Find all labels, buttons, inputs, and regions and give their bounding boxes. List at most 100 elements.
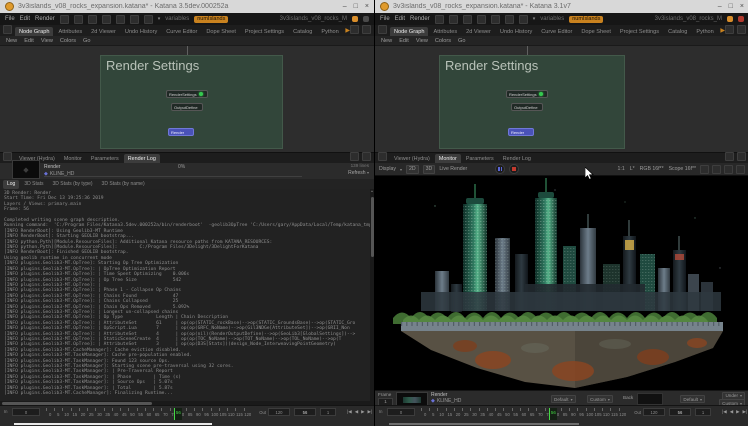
ng-menu-new[interactable]: New [6, 38, 17, 44]
maximize-button[interactable]: □ [729, 3, 733, 10]
menu-render[interactable]: Render [35, 16, 55, 22]
catalog-thumbnail[interactable] [396, 392, 428, 406]
pane-tab[interactable]: Monitor [60, 154, 86, 163]
snapshot-icon[interactable] [724, 165, 733, 174]
log-subtab[interactable]: 3D Stats (by type) [49, 180, 97, 189]
current-frame-field[interactable]: 56 [669, 408, 691, 416]
grid-layout-icon[interactable] [378, 25, 387, 34]
increment-field[interactable]: 1 [695, 408, 711, 416]
back-buffer-label[interactable]: Back [623, 395, 633, 400]
top-tab[interactable]: 2d Viewer [462, 27, 495, 36]
monitor-menu-icon[interactable] [736, 165, 745, 174]
pause-render-button[interactable] [495, 164, 505, 174]
top-tab[interactable]: Attributes [429, 27, 461, 36]
node-render[interactable]: Render [168, 128, 194, 136]
refresh-button[interactable]: Refresh ▾ [348, 170, 369, 176]
close-button[interactable]: × [365, 3, 369, 10]
in-frame-field[interactable]: 0 [387, 408, 415, 416]
go-to-start-button[interactable]: |◀ [347, 409, 352, 415]
node-rendersettings[interactable]: RenderSettings [166, 90, 208, 98]
split-pane-icon[interactable] [725, 152, 734, 161]
ng-menu-view[interactable]: View [416, 38, 428, 44]
pane-tab[interactable]: Monitor [435, 154, 461, 163]
ng-menu-go[interactable]: Go [83, 38, 90, 44]
status-red-icon[interactable] [738, 16, 744, 22]
settings-gear-icon[interactable] [74, 15, 83, 24]
current-frame-marker[interactable]: 56 [549, 408, 557, 420]
ng-menu-colors[interactable]: Colors [60, 38, 76, 44]
top-tab[interactable]: Python [692, 27, 717, 36]
top-tab[interactable]: 2d Viewer [87, 27, 120, 36]
step-back-button[interactable]: ◀ [730, 409, 733, 415]
go-to-end-button[interactable]: ▶| [742, 409, 747, 415]
monitor-option-label[interactable]: L* [630, 166, 635, 172]
mode-3d-button[interactable]: 3D [423, 165, 436, 174]
ng-menu-go[interactable]: Go [458, 38, 465, 44]
catalog-item[interactable]: ◆ KLINE_HD [431, 398, 461, 404]
minimize-button[interactable]: – [343, 3, 347, 10]
ng-menu-new[interactable]: New [381, 38, 392, 44]
maximize-pane-icon[interactable] [737, 152, 746, 161]
top-tab[interactable]: Project Settings [241, 27, 288, 36]
live-render-label[interactable]: Live Render [439, 166, 467, 172]
node-graph-canvas[interactable]: Render Settings RenderSettings OutputDef… [375, 46, 748, 152]
in-frame-field[interactable]: 0 [12, 408, 40, 416]
menu-file[interactable]: File [380, 16, 390, 22]
timeline-scrollbar[interactable] [389, 423, 579, 425]
session-file-label[interactable]: 3v3islands_v08_rocks_M [280, 16, 347, 22]
status-orange-icon[interactable] [352, 16, 358, 22]
top-tab[interactable]: Undo History [496, 27, 536, 36]
ng-menu-edit[interactable]: Edit [24, 38, 34, 44]
chevron-down-icon[interactable]: ▾ [158, 16, 161, 22]
link-icon[interactable] [116, 15, 125, 24]
mode-2d-button[interactable]: 2D [406, 165, 419, 174]
menu-file[interactable]: File [5, 16, 15, 22]
go-to-start-button[interactable]: |◀ [722, 409, 727, 415]
top-tab[interactable]: Curve Editor [162, 27, 201, 36]
variable-chip[interactable]: numIslands [569, 16, 603, 23]
pane-tab[interactable]: Render Log [499, 154, 535, 163]
chevron-down-icon[interactable]: ▾ [533, 16, 536, 22]
slot-right-dropdown[interactable]: Default▾ [680, 395, 705, 403]
pin-icon[interactable] [725, 25, 734, 34]
top-tab[interactable]: Catalog [289, 27, 316, 36]
top-tab[interactable]: Node Graph [390, 27, 428, 36]
log-subtab[interactable]: 3D Stats [20, 180, 47, 189]
top-tab[interactable]: Catalog [664, 27, 691, 36]
display-menu[interactable]: Display [379, 166, 396, 172]
maximize-button[interactable]: □ [354, 3, 358, 10]
top-tab[interactable]: Project Settings [616, 27, 663, 36]
back-buffer-swatch[interactable] [637, 393, 663, 405]
pointer-tool-icon[interactable] [435, 15, 444, 24]
status-orange-icon[interactable] [727, 16, 733, 22]
flag-icon[interactable] [477, 15, 486, 24]
monitor-option-label[interactable]: RGB 16f** [640, 166, 664, 172]
pane-menu-icon[interactable] [362, 25, 371, 34]
log-subtab[interactable]: Log [3, 180, 19, 189]
pane-tab[interactable]: Parameters [87, 154, 123, 163]
render-thumbnail[interactable]: ◆ [12, 160, 40, 179]
ng-menu-colors[interactable]: Colors [435, 38, 451, 44]
node-outputdefine[interactable]: OutputDefine [171, 103, 203, 111]
grid-layout-icon[interactable] [3, 25, 12, 34]
increment-field[interactable]: 1 [320, 408, 336, 416]
session-file-label[interactable]: 3v3islands_v08_rocks_M [655, 16, 722, 22]
frame-ruler[interactable]: 0510152025303540455055606570758085909510… [46, 408, 252, 420]
current-frame-marker[interactable]: 56 [174, 408, 182, 420]
search-icon[interactable] [463, 15, 472, 24]
pane-tab[interactable]: Viewer (Hydra) [390, 154, 434, 163]
ng-menu-edit[interactable]: Edit [399, 38, 409, 44]
node-graph-canvas[interactable]: Render Settings RenderSettings OutputDef… [0, 46, 374, 152]
current-frame-field[interactable]: 56 [294, 408, 316, 416]
info-icon[interactable] [505, 15, 514, 24]
render-controls-icon[interactable] [519, 15, 528, 24]
prev-buffer-icon[interactable] [700, 165, 709, 174]
slot-dropdown[interactable]: Default▾ [551, 395, 576, 403]
step-back-button[interactable]: ◀ [355, 409, 358, 415]
pane-menu-icon[interactable] [737, 25, 746, 34]
monitor-option-label[interactable]: 1:1 [618, 166, 625, 172]
play-button[interactable]: ▶ [736, 409, 739, 415]
split-pane-icon[interactable] [350, 152, 359, 161]
maximize-pane-icon[interactable] [362, 152, 371, 161]
close-button[interactable]: × [740, 3, 744, 10]
